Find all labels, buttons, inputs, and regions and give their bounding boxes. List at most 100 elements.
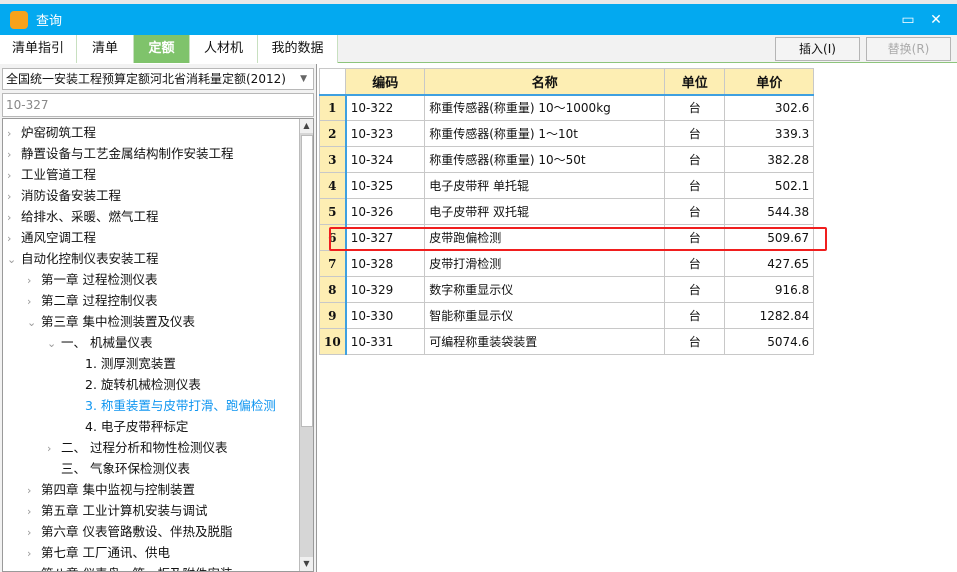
cell-code[interactable]: 10-323 [345,120,426,147]
tree-node[interactable]: › 通风空调工程 [7,227,96,248]
chevron-right-icon[interactable]: › [7,123,21,144]
tree-node[interactable]: 三、 气象环保检测仪表 [47,458,190,479]
tree-node[interactable]: 4. 电子皮带秤标定 [67,416,188,437]
table-row[interactable]: 3 10-324 称重传感器(称重量) 10～50t 台 382.28 [318,146,815,173]
chevron-right-icon[interactable]: › [7,186,21,207]
cell-unit[interactable]: 台 [664,328,726,355]
scroll-up-icon[interactable]: ▲ [300,119,313,133]
tree-node[interactable]: ⌄ 一、 机械量仪表 [47,332,152,353]
tree-node[interactable]: › 第一章 过程检测仪表 [27,269,157,290]
maximize-icon[interactable]: ▭ [898,10,918,30]
row-number[interactable]: 9 [318,302,347,329]
chevron-right-icon[interactable]: › [7,144,21,165]
tree-node[interactable]: ›第八章 仪表盘、箱、柜及附件安装 [27,563,232,571]
tree-node[interactable]: 2. 旋转机械检测仪表 [67,374,201,395]
table-row[interactable]: 10 10-331 可编程称重装袋装置台 5074.6 [318,328,815,355]
cell-code[interactable]: 10-325 [345,172,426,199]
insert-button[interactable]: 插入(I) [775,37,860,61]
cell-unit[interactable]: 台 [664,250,726,277]
chevron-down-icon[interactable]: ⌄ [27,312,41,333]
cell-price[interactable]: 382.28 [724,146,815,173]
table-row[interactable]: 9 10-330 智能称重显示仪台 1282.84 [318,302,815,329]
cell-code[interactable]: 10-328 [345,250,426,277]
table-row[interactable]: 4 10-325 电子皮带秤 单托辊台 502.1 [318,172,815,199]
cell-name[interactable]: 称重传感器(称重量) 10～50t [424,146,666,173]
cell-name[interactable]: 电子皮带秤 双托辊 [424,198,666,225]
tree-node[interactable]: › 炉窑砌筑工程 [7,122,96,143]
chevron-right-icon[interactable]: › [27,480,41,501]
chevron-right-icon[interactable]: › [27,291,41,312]
tree-scrollbar[interactable]: ▲ ▼ [299,119,313,571]
cell-name[interactable]: 可编程称重装袋装置 [424,328,666,355]
header-price[interactable]: 单价 [724,68,815,95]
chevron-right-icon[interactable]: › [27,564,41,571]
tab-materials[interactable]: 人材机 [190,35,258,63]
tree-node[interactable]: › 第七章 工厂通讯、供电 [27,542,170,563]
chevron-right-icon[interactable]: › [27,543,41,564]
chevron-right-icon[interactable]: › [27,522,41,543]
chevron-down-icon[interactable]: ⌄ [7,249,21,270]
cell-code[interactable]: 10-329 [345,276,426,303]
row-number[interactable]: 8 [318,276,347,303]
tree-node[interactable]: › 第五章 工业计算机安装与调试 [27,500,207,521]
cell-code[interactable]: 10-330 [345,302,426,329]
tree-node[interactable]: › 给排水、采暖、燃气工程 [7,206,159,227]
tree-node[interactable]: ⌄ 第三章 集中检测装置及仪表 [27,311,195,332]
cell-price[interactable]: 544.38 [724,198,815,225]
row-number[interactable]: 10 [318,328,347,355]
chevron-right-icon[interactable]: › [27,270,41,291]
cell-code[interactable]: 10-324 [345,146,426,173]
table-row[interactable]: 8 10-329 数字称重显示仪台 916.8 [318,276,815,303]
scrollbar-thumb[interactable] [301,135,313,427]
row-number[interactable]: 7 [318,250,347,277]
close-icon[interactable]: ✕ [926,10,946,30]
cell-price[interactable]: 302.6 [724,93,815,121]
cell-price[interactable]: 427.65 [724,250,815,277]
tab-list-guide[interactable]: 清单指引 [0,35,77,63]
replace-button[interactable]: 替换(R) [866,37,951,61]
tab-my-data[interactable]: 我的数据 [258,35,338,63]
tree-node[interactable]: › 静置设备与工艺金属结构制作安装工程 [7,143,234,164]
chevron-right-icon[interactable]: › [47,438,61,459]
cell-unit[interactable]: 台 [664,224,726,251]
header-name[interactable]: 名称 [424,68,666,95]
tree-node[interactable]: 1. 测厚测宽装置 [67,353,176,374]
cell-unit[interactable]: 台 [664,120,726,147]
cell-code[interactable]: 10-322 [345,93,426,121]
header-code[interactable]: 编码 [345,68,426,95]
tree-node[interactable]: › 二、 过程分析和物性检测仪表 [47,437,227,458]
header-unit[interactable]: 单位 [664,68,726,95]
table-row[interactable]: 6 10-327 皮带跑偏检测台 509.67 [318,224,815,251]
cell-code[interactable]: 10-327 [345,224,426,251]
cell-name[interactable]: 皮带打滑检测 [424,250,666,277]
tree-node[interactable]: › 第四章 集中监视与控制装置 [27,479,195,500]
table-row[interactable]: 1 10-322 称重传感器(称重量) 10～1000kg 台 302.6 [318,93,815,121]
table-row[interactable]: 2 10-323 称重传感器(称重量) 1～10t 台 339.3 [318,120,815,147]
library-select[interactable]: 全国统一安装工程预算定额河北省消耗量定额(2012) ▼ [2,68,314,90]
cell-price[interactable]: 5074.6 [724,328,815,355]
row-number[interactable]: 6 [318,224,347,251]
cell-name[interactable]: 数字称重显示仪 [424,276,666,303]
chevron-down-icon[interactable]: ⌄ [47,333,61,354]
cell-price[interactable]: 502.1 [724,172,815,199]
scroll-down-icon[interactable]: ▼ [300,557,313,571]
cell-unit[interactable]: 台 [664,146,726,173]
cell-name[interactable]: 皮带跑偏检测 [424,224,666,251]
cell-name[interactable]: 智能称重显示仪 [424,302,666,329]
cell-price[interactable]: 509.67 [724,224,815,251]
row-number[interactable]: 2 [318,120,347,147]
cell-code[interactable]: 10-326 [345,198,426,225]
chevron-right-icon[interactable]: › [7,207,21,228]
cell-price[interactable]: 916.8 [724,276,815,303]
tab-list[interactable]: 清单 [77,35,134,63]
tree-node[interactable]: › 第六章 仪表管路敷设、伴热及脱脂 [27,521,232,542]
cell-name[interactable]: 称重传感器(称重量) 1～10t [424,120,666,147]
chevron-right-icon[interactable]: › [7,165,21,186]
cell-unit[interactable]: 台 [664,276,726,303]
cell-code[interactable]: 10-331 [345,328,426,355]
tree-node[interactable]: › 消防设备安装工程 [7,185,121,206]
tab-quota[interactable]: 定额 [134,35,190,63]
tree-node[interactable]: ⌄ 自动化控制仪表安装工程 [7,248,159,269]
chevron-right-icon[interactable]: › [27,501,41,522]
chevron-right-icon[interactable]: › [7,228,21,249]
